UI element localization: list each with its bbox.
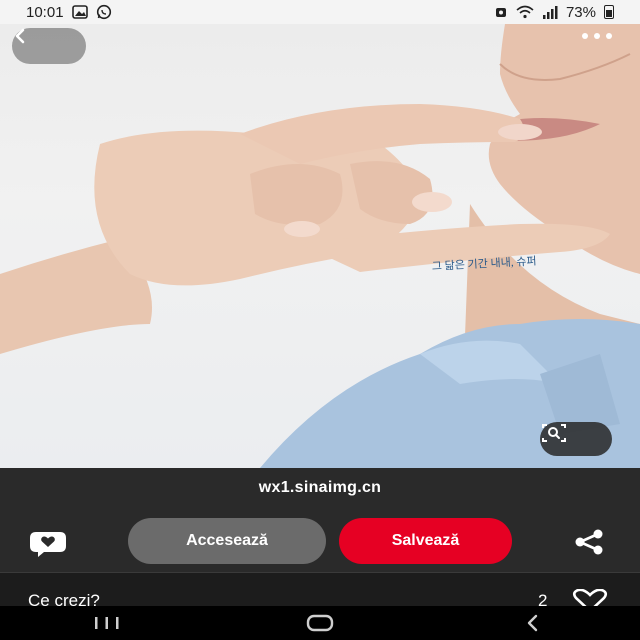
visual-search-icon [542, 424, 566, 442]
pin-image[interactable]: 그 닮은 기간 내내, 슈퍼 [0, 24, 640, 468]
visit-button[interactable]: Accesează [128, 518, 326, 564]
more-options-button[interactable] [580, 32, 616, 58]
recent-apps-icon [94, 617, 119, 629]
share-icon [575, 529, 603, 555]
source-url-link[interactable]: wx1.sinaimg.cn [0, 479, 640, 497]
home-icon [306, 614, 334, 632]
comment-button[interactable] [28, 528, 68, 558]
signal-icon [542, 6, 558, 19]
back-icon [528, 614, 538, 632]
nav-back-button[interactable] [493, 606, 573, 640]
whatsapp-icon [96, 4, 111, 20]
gallery-icon [71, 5, 88, 19]
pin-detail-screen: 10:01 73% 그 닮은 기간 내내, 슈퍼 wx1.sinaimg.cn … [0, 0, 640, 640]
visual-search-button[interactable] [540, 422, 612, 456]
comment-heart-icon [30, 532, 66, 557]
recent-apps-button[interactable] [67, 606, 147, 640]
photo-illustration: 그 닮은 기간 내내, 슈퍼 [0, 24, 640, 468]
heart-outline-icon [572, 588, 608, 607]
back-button[interactable] [12, 28, 86, 64]
like-button[interactable] [570, 588, 610, 607]
battery-icon [604, 5, 614, 19]
status-time: 10:01 [26, 3, 64, 21]
pin-action-panel: wx1.sinaimg.cn Accesează Salvează [0, 468, 640, 572]
system-navigation-bar [0, 606, 640, 640]
chevron-left-icon [15, 28, 25, 44]
wifi-icon [516, 5, 534, 19]
battery-percent: 73% [565, 3, 596, 21]
save-button[interactable]: Salvează [339, 518, 512, 564]
comment-prompt[interactable]: Ce crezi? [28, 591, 100, 607]
status-left: 10:01 [26, 4, 112, 21]
alarm-icon [495, 8, 506, 17]
share-button[interactable] [572, 528, 608, 556]
like-count: 2 [538, 591, 548, 607]
comments-section: Ce crezi? 2 [0, 572, 640, 607]
more-horizontal-icon [582, 33, 612, 39]
home-button[interactable] [280, 606, 360, 640]
status-bar: 10:01 73% [0, 0, 640, 24]
status-right: 73% [494, 4, 614, 21]
